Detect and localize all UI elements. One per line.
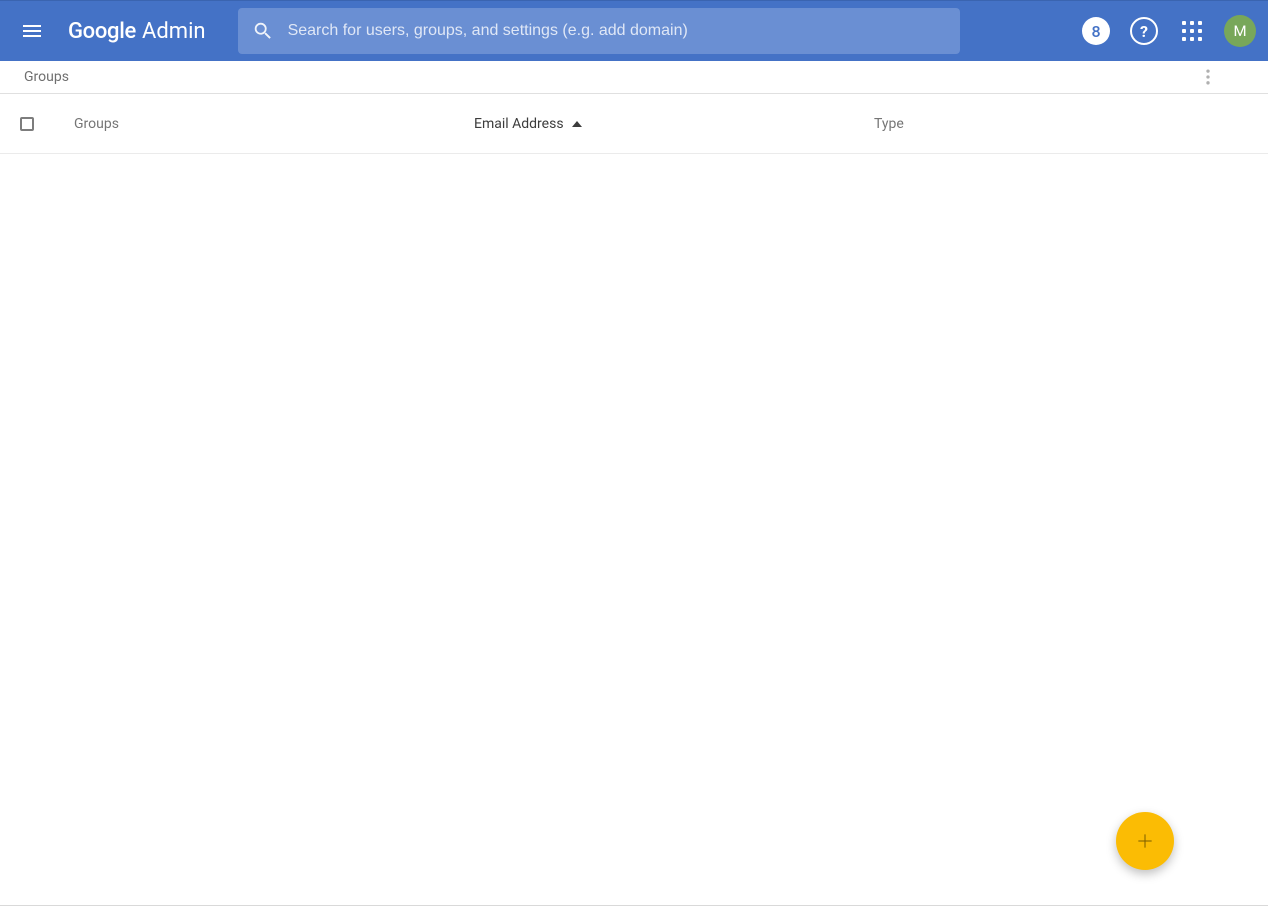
notifications-button[interactable]: 8 [1076,11,1116,51]
select-all-checkbox[interactable] [20,117,34,131]
search-box[interactable] [238,8,960,54]
apps-launcher-button[interactable] [1172,11,1212,51]
column-header-email-label: Email Address [474,116,564,132]
breadcrumb[interactable]: Groups [24,69,69,85]
sort-ascending-icon [572,121,582,127]
more-options-button[interactable] [1188,61,1228,93]
more-vert-icon [1198,67,1218,87]
breadcrumb-bar: Groups [0,61,1268,94]
logo-google-text: Google [68,19,136,44]
help-icon: ? [1130,17,1158,45]
table-body [0,154,1268,908]
help-button[interactable]: ? [1124,11,1164,51]
search-icon [252,20,274,42]
notification-badge: 8 [1082,17,1110,45]
column-header-groups[interactable]: Groups [74,116,474,132]
account-avatar[interactable]: M [1224,15,1256,47]
plus-icon [1135,831,1155,851]
apps-grid-icon [1182,21,1202,41]
column-header-email[interactable]: Email Address [474,116,874,132]
app-header: Google Admin 8 ? M [0,0,1268,61]
product-logo[interactable]: Google Admin [68,19,206,44]
main-menu-button[interactable] [12,11,52,51]
hamburger-icon [20,19,44,43]
bottom-border [0,905,1268,906]
search-input[interactable] [288,22,946,40]
column-header-type[interactable]: Type [874,116,1074,132]
table-header-row: Groups Email Address Type [0,94,1268,154]
logo-admin-text: Admin [142,19,206,44]
create-group-fab[interactable] [1116,812,1174,870]
